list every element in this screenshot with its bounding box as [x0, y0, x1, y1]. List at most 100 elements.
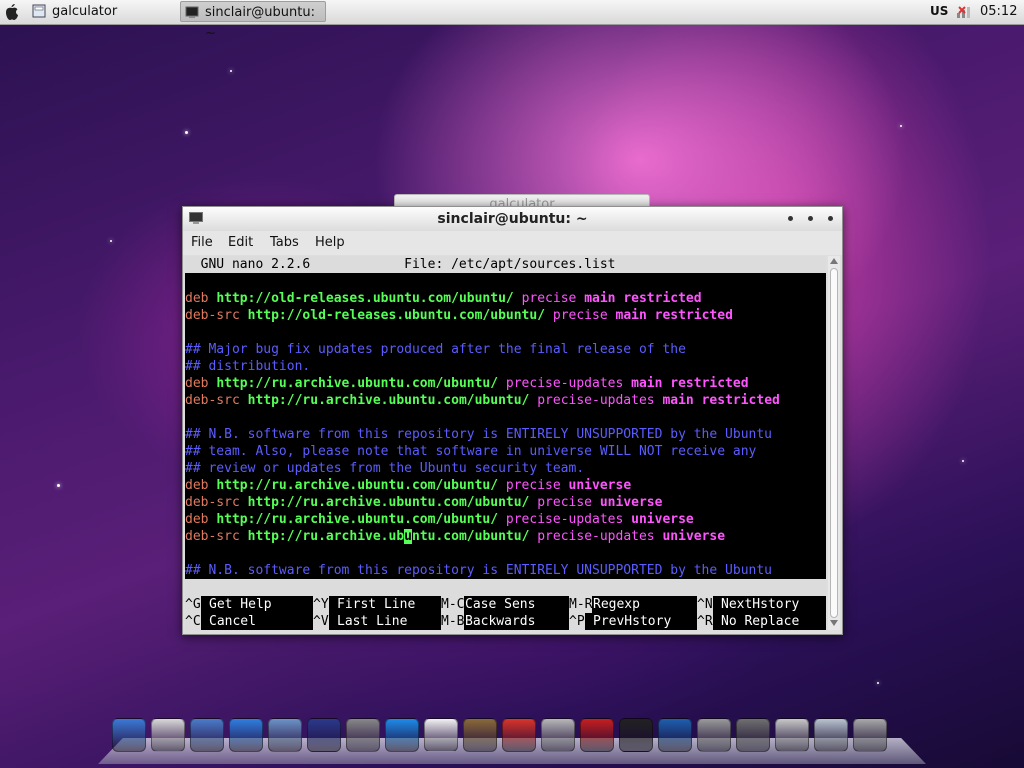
shortcut-key: ^G [185, 596, 201, 613]
iphoto-icon[interactable] [268, 718, 302, 752]
token-url: http://ru.archive.ubuntu.com/ubuntu/ [216, 512, 499, 527]
file-line: ## team. Also, please note that software… [185, 443, 756, 460]
imovie-icon[interactable] [307, 718, 341, 752]
token-comp: universe [599, 495, 663, 510]
token-rel: precise [505, 478, 561, 493]
system-preferences-icon[interactable] [697, 718, 731, 752]
token-url: http://old-releases.ubuntu.com/ubuntu/ [216, 291, 514, 306]
token-deb: deb [185, 478, 209, 493]
shortcut-key: ^R [697, 613, 713, 630]
file-line: ## review or updates from the Ubuntu sec… [185, 460, 584, 477]
token-rel: precise-updates [537, 393, 655, 408]
token-deb: deb [185, 291, 209, 306]
token-com: ## distribution. [185, 359, 311, 374]
safari-icon[interactable] [229, 718, 263, 752]
finder-icon[interactable] [112, 718, 146, 752]
file-line: deb http://ru.archive.ubuntu.com/ubuntu/… [185, 375, 749, 392]
close-button[interactable] [828, 216, 833, 221]
calculator-icon [32, 4, 46, 18]
token-com: ## N.B. software from this repository is… [185, 427, 772, 442]
network-icon[interactable] [658, 718, 692, 752]
taskbar-terminal-label: sinclair@ubuntu: ~ [205, 5, 315, 41]
token-comp: main restricted [615, 308, 733, 323]
star [962, 460, 964, 462]
shortcut-key: M-R [569, 596, 593, 613]
shortcut-key: ^V [313, 613, 329, 630]
scroll-down-arrow[interactable] [830, 620, 838, 626]
terminal-icon [189, 212, 203, 224]
apple-menu-icon[interactable] [4, 3, 20, 21]
file-line: deb-src http://ru.archive.ubuntu.com/ubu… [185, 392, 780, 409]
token-rel: precise [537, 495, 593, 510]
file-line: deb http://old-releases.ubuntu.com/ubunt… [185, 290, 702, 307]
menu-edit[interactable]: Edit [228, 235, 253, 250]
search-bar[interactable]: Search (to replace) [ru.archive]: ru.arc… [185, 579, 826, 612]
text-cursor: u [404, 529, 412, 544]
token-deb: deb [185, 512, 209, 527]
nano-header: GNU nano 2.2.6 File: /etc/apt/sources.li… [185, 256, 826, 273]
trash-icon[interactable] [853, 718, 887, 752]
token-deb: deb-src [185, 393, 240, 408]
token-comp: universe [662, 529, 726, 544]
taskbar-galculator-button[interactable]: galculator [28, 1, 178, 22]
shortcut-label: Backwards [465, 614, 536, 629]
file-line: ## N.B. software from this repository is… [185, 562, 772, 579]
star [185, 131, 188, 134]
token-comp: universe [631, 512, 694, 527]
token-rel: precise-updates [537, 529, 655, 544]
scroll-thumb[interactable] [830, 268, 838, 618]
terminal-icon[interactable] [619, 718, 653, 752]
calendar-icon[interactable] [424, 718, 458, 752]
token-comp: main restricted [631, 376, 749, 391]
shortcut-label: PrevHstory [593, 614, 672, 629]
shortcut-label: NextHstory [721, 597, 800, 612]
calculator-icon[interactable] [151, 718, 185, 752]
network-icon[interactable] [956, 4, 974, 20]
scrollbar[interactable] [828, 256, 840, 630]
token-com: ## N.B. software from this repository is… [185, 563, 772, 578]
menu-file[interactable]: File [191, 235, 213, 250]
magnifier-icon[interactable] [814, 718, 848, 752]
taskbar-terminal-button[interactable]: sinclair@ubuntu: ~ [180, 1, 326, 41]
token-com: ## team. Also, please note that software… [185, 444, 757, 459]
shortcut-key: ^P [569, 613, 585, 630]
terminal-icon [185, 6, 199, 18]
drive-icon[interactable] [775, 718, 809, 752]
terminal-content[interactable]: GNU nano 2.2.6 File: /etc/apt/sources.li… [185, 256, 826, 630]
token-rel: precise-updates [505, 512, 624, 527]
token-url: http://ru.archive.ubuntu.com/ubuntu/ [247, 393, 530, 408]
shortcut-key: ^Y [313, 596, 329, 613]
terminal-window[interactable]: sinclair@ubuntu: ~ File Edit Tabs Help G… [182, 206, 843, 635]
file-line: deb-src http://old-releases.ubuntu.com/u… [185, 307, 733, 324]
script-icon[interactable] [541, 718, 575, 752]
preview-icon[interactable] [190, 718, 224, 752]
menu-help[interactable]: Help [315, 235, 345, 250]
shortcut-key: M-C [441, 596, 465, 613]
token-deb: deb-src [185, 529, 240, 544]
scroll-up-arrow[interactable] [830, 258, 838, 264]
keyboard-layout-indicator[interactable]: US [930, 4, 948, 18]
file-line: deb http://ru.archive.ubuntu.com/ubuntu/… [185, 477, 631, 494]
maximize-button[interactable] [808, 216, 813, 221]
token-rel: precise-updates [505, 376, 624, 391]
speaker-icon[interactable] [502, 718, 536, 752]
clock[interactable]: 05:12 [980, 4, 1017, 19]
itunes-icon[interactable] [385, 718, 419, 752]
shortcut-label: Case Sens [465, 597, 536, 612]
token-url: http://old-releases.ubuntu.com/ubuntu/ [247, 308, 546, 323]
star [57, 484, 60, 487]
token-deb: deb-src [185, 308, 240, 323]
book-icon[interactable] [580, 718, 614, 752]
taskbar-galculator-label: galculator [52, 4, 118, 19]
glasses-icon[interactable] [346, 718, 380, 752]
minimize-button[interactable] [788, 216, 793, 221]
camera-icon[interactable] [463, 718, 497, 752]
shortcut-label: Cancel [209, 614, 256, 629]
terminal-titlebar[interactable]: sinclair@ubuntu: ~ [183, 207, 842, 231]
terminal-window-title: sinclair@ubuntu: ~ [437, 211, 588, 227]
disk-utility-icon[interactable] [736, 718, 770, 752]
star [230, 70, 232, 72]
token-deb: deb-src [185, 495, 240, 510]
shortcut-label: Last Line [337, 614, 408, 629]
menu-tabs[interactable]: Tabs [270, 235, 299, 250]
